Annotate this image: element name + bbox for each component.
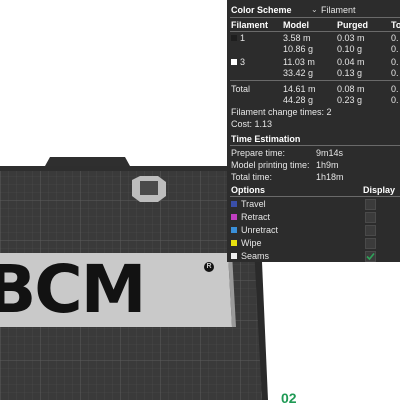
options-divider [230,196,400,197]
color-scheme-select[interactable]: ⌄ Filament [311,3,400,17]
checkmark-icon [366,252,375,261]
retract-checkbox[interactable] [365,212,376,223]
total-time-label: Total time: [231,172,273,182]
total-label: Total [231,84,251,94]
display-column-label: Display [363,185,396,195]
total-purged-weight: 0.23 g [337,95,363,105]
registered-badge: R [204,262,214,272]
legend-panel: Color Scheme ⌄ Filament Filament Model P… [227,0,400,262]
filament-1-swatch [231,35,237,41]
registered-badge-text: R [206,263,212,270]
travel-swatch [231,201,237,207]
total-time-value: 1h18m [316,172,344,182]
plate-tab [45,157,130,166]
cost: Cost: 1.13 [231,119,273,129]
time-divider [230,145,400,146]
seams-checkbox[interactable] [365,251,376,262]
unretract-label: Unretract [241,225,279,235]
total-total-weight: 0. [391,95,399,105]
filament-1-model-length: 3.58 m [283,33,311,43]
plate-number: 02 [281,390,297,406]
total-model-weight: 44.28 g [283,95,314,105]
col-total: To [391,20,400,30]
col-model: Model [283,20,309,30]
wipe-checkbox[interactable] [365,238,376,249]
col-filament: Filament [231,20,269,30]
filament-1-total-length: 0. [391,33,399,43]
filament-3-model-weight: 33.42 g [283,68,314,78]
filament-1-total-weight: 0. [391,44,399,54]
filament-1-purged-weight: 0.10 g [337,44,363,54]
total-purged-length: 0.08 m [337,84,365,94]
filament-1-purged-length: 0.03 m [337,33,365,43]
hole-part [132,176,166,202]
filament-3-purged-weight: 0.13 g [337,68,363,78]
filament-3-total-weight: 0. [391,68,399,78]
filament-3-model-length: 11.03 m [283,57,315,67]
prepare-time-value: 9m14s [316,148,344,158]
col-purged: Purged [337,20,369,30]
retract-label: Retract [241,212,271,222]
filament-3-swatch [231,59,237,65]
model-printing-time-value: 1h9m [316,160,339,170]
wipe-label: Wipe [241,238,262,248]
total-total-length: 0. [391,84,399,94]
prepare-time-label: Prepare time: [231,148,286,158]
time-estimation-title: Time Estimation [231,134,301,144]
color-scheme-value: Filament [321,5,356,15]
filament-3-purged-length: 0.04 m [337,57,365,67]
totals-divider [230,80,400,81]
options-title: Options [231,185,265,195]
filament-1-id: 1 [240,33,246,43]
model-text: BCM [0,251,146,328]
model-printing-time-label: Model printing time: [231,160,310,170]
retract-swatch [231,214,237,220]
header-divider [230,17,400,18]
columns-divider [230,31,400,32]
unretract-checkbox[interactable] [365,225,376,236]
chevron-down-icon: ⌄ [311,5,318,14]
seams-label: Seams [241,251,270,261]
travel-checkbox[interactable] [365,199,376,210]
seams-swatch [231,253,237,259]
filament-1-model-weight: 10.86 g [283,44,314,54]
wipe-swatch [231,240,237,246]
unretract-swatch [231,227,237,233]
travel-label: Travel [241,199,266,209]
filament-3-total-length: 0. [391,57,399,67]
total-model-length: 14.61 m [283,84,316,94]
filament-3-id: 3 [240,57,246,67]
filament-change-times: Filament change times: 2 [231,107,332,117]
color-scheme-label: Color Scheme [231,5,292,15]
